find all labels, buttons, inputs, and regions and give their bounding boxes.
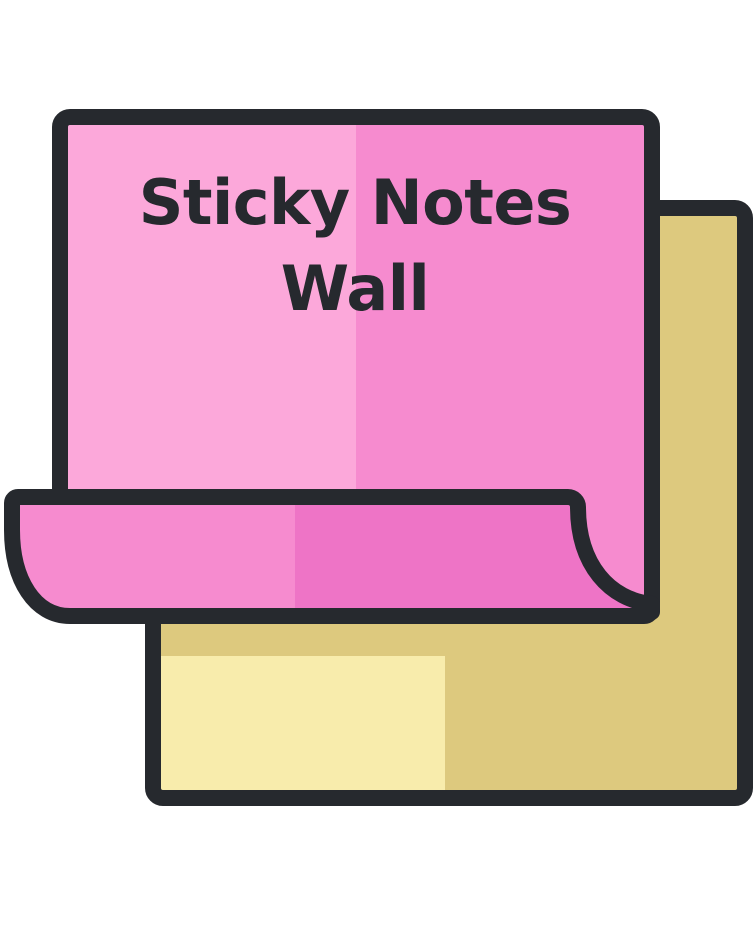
curled-flap (4, 489, 660, 624)
logo-title: Sticky Notes Wall (60, 160, 650, 332)
logo-title-line-1: Sticky Notes (138, 166, 572, 239)
logo-canvas: Sticky Notes Wall (0, 0, 754, 936)
logo-title-line-2: Wall (280, 252, 430, 325)
sticky-notes-icon (4, 109, 753, 806)
